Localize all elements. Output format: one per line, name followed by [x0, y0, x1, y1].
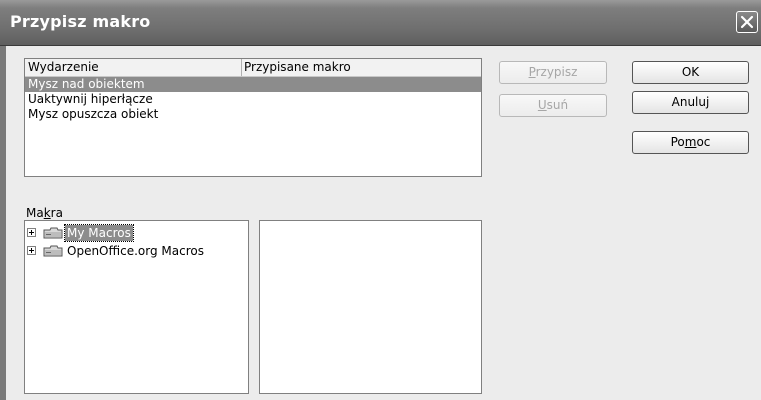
event-name: Mysz opuszcza obiekt [28, 107, 159, 121]
help-button[interactable]: Pomoc [632, 131, 749, 154]
event-row-mouse-leaves[interactable]: Mysz opuszcza obiekt [25, 107, 481, 122]
macros-label-mnemonic: k [43, 206, 51, 220]
assign-label-mnemonic: P [528, 65, 536, 79]
folder-icon [43, 227, 63, 242]
remove-label-mnemonic: U [537, 98, 547, 112]
macros-label: Makra [26, 206, 63, 220]
assign-macro-dialog: Przypisz makro Wydarzenie Przypisane mak… [0, 0, 761, 400]
event-name: Uaktywnij hiperłącze [28, 92, 153, 106]
macros-label-pre: Ma [26, 206, 44, 220]
macro-commands-list[interactable] [259, 220, 482, 394]
remove-button[interactable]: Usuń [499, 94, 607, 117]
ok-button[interactable]: OK [632, 61, 749, 84]
help-label-post: oc [696, 135, 711, 149]
event-row-activate-hyperlink[interactable]: Uaktywnij hiperłącze [25, 92, 481, 107]
events-table-header: Wydarzenie Przypisane makro [25, 59, 481, 77]
title-bar[interactable]: Przypisz makro [0, 0, 761, 46]
window-title: Przypisz makro [10, 12, 151, 31]
event-name: Mysz nad obiektem [28, 77, 145, 91]
column-divider[interactable] [241, 59, 242, 76]
tree-node-label: OpenOffice.org Macros [67, 244, 204, 258]
close-button[interactable] [736, 11, 758, 33]
expand-plus-icon[interactable] [27, 228, 36, 237]
tree-node-label: My Macros [64, 224, 134, 242]
folder-icon [43, 245, 63, 260]
window-frame [0, 46, 6, 400]
assign-label-post: rzypisz [535, 65, 578, 79]
macro-library-tree[interactable]: My Macros OpenOffice.org Macros [24, 220, 249, 394]
events-table[interactable]: Wydarzenie Przypisane makro Mysz nad obi… [24, 58, 482, 177]
event-row-mouse-over[interactable]: Mysz nad obiektem [25, 77, 481, 92]
remove-label-post: suń [546, 98, 569, 112]
expand-plus-icon[interactable] [27, 246, 36, 255]
column-header-assigned-macro[interactable]: Przypisane makro [244, 60, 351, 74]
cancel-button[interactable]: Anuluj [632, 91, 749, 114]
assign-button[interactable]: Przypisz [499, 61, 607, 84]
help-label-mnemonic: m [684, 135, 697, 149]
column-header-event[interactable]: Wydarzenie [28, 60, 99, 74]
help-label-pre: Po [670, 135, 685, 149]
macros-label-post: ra [50, 206, 63, 220]
